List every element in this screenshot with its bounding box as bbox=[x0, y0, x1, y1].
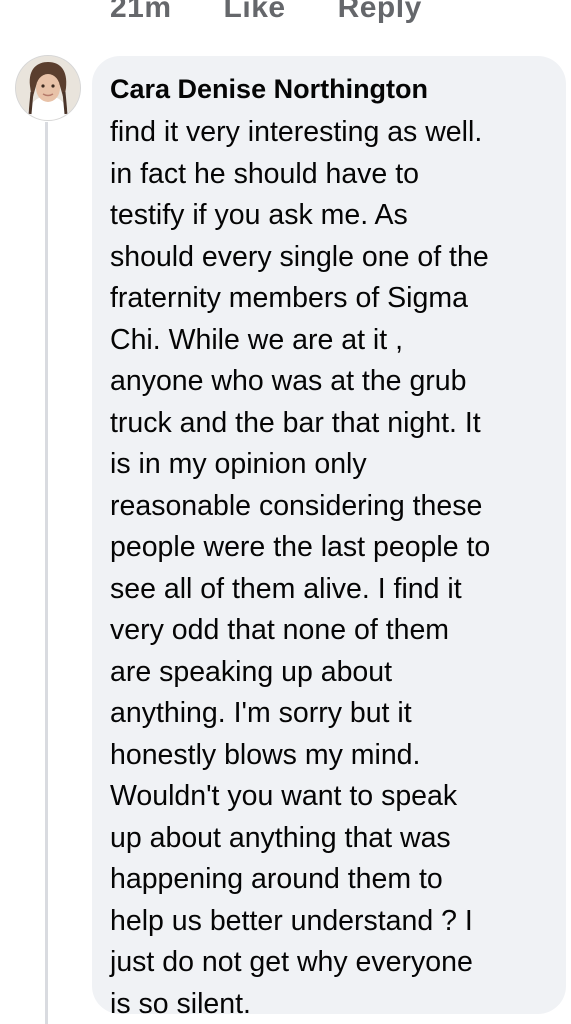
comment-actions-bar: 21m Like Reply bbox=[110, 0, 422, 28]
avatar-image bbox=[16, 56, 80, 120]
thread-line bbox=[45, 122, 48, 1024]
comment-author-name[interactable]: Cara Denise Northington bbox=[110, 72, 554, 106]
like-button[interactable]: Like bbox=[224, 0, 286, 25]
reply-button[interactable]: Reply bbox=[338, 0, 422, 25]
comment-text: find it very interesting as well. in fac… bbox=[110, 116, 491, 1020]
comment-bubble: Cara Denise Northington find it very int… bbox=[92, 56, 566, 1020]
avatar[interactable] bbox=[16, 56, 80, 120]
timestamp-link[interactable]: 21m bbox=[110, 0, 172, 25]
